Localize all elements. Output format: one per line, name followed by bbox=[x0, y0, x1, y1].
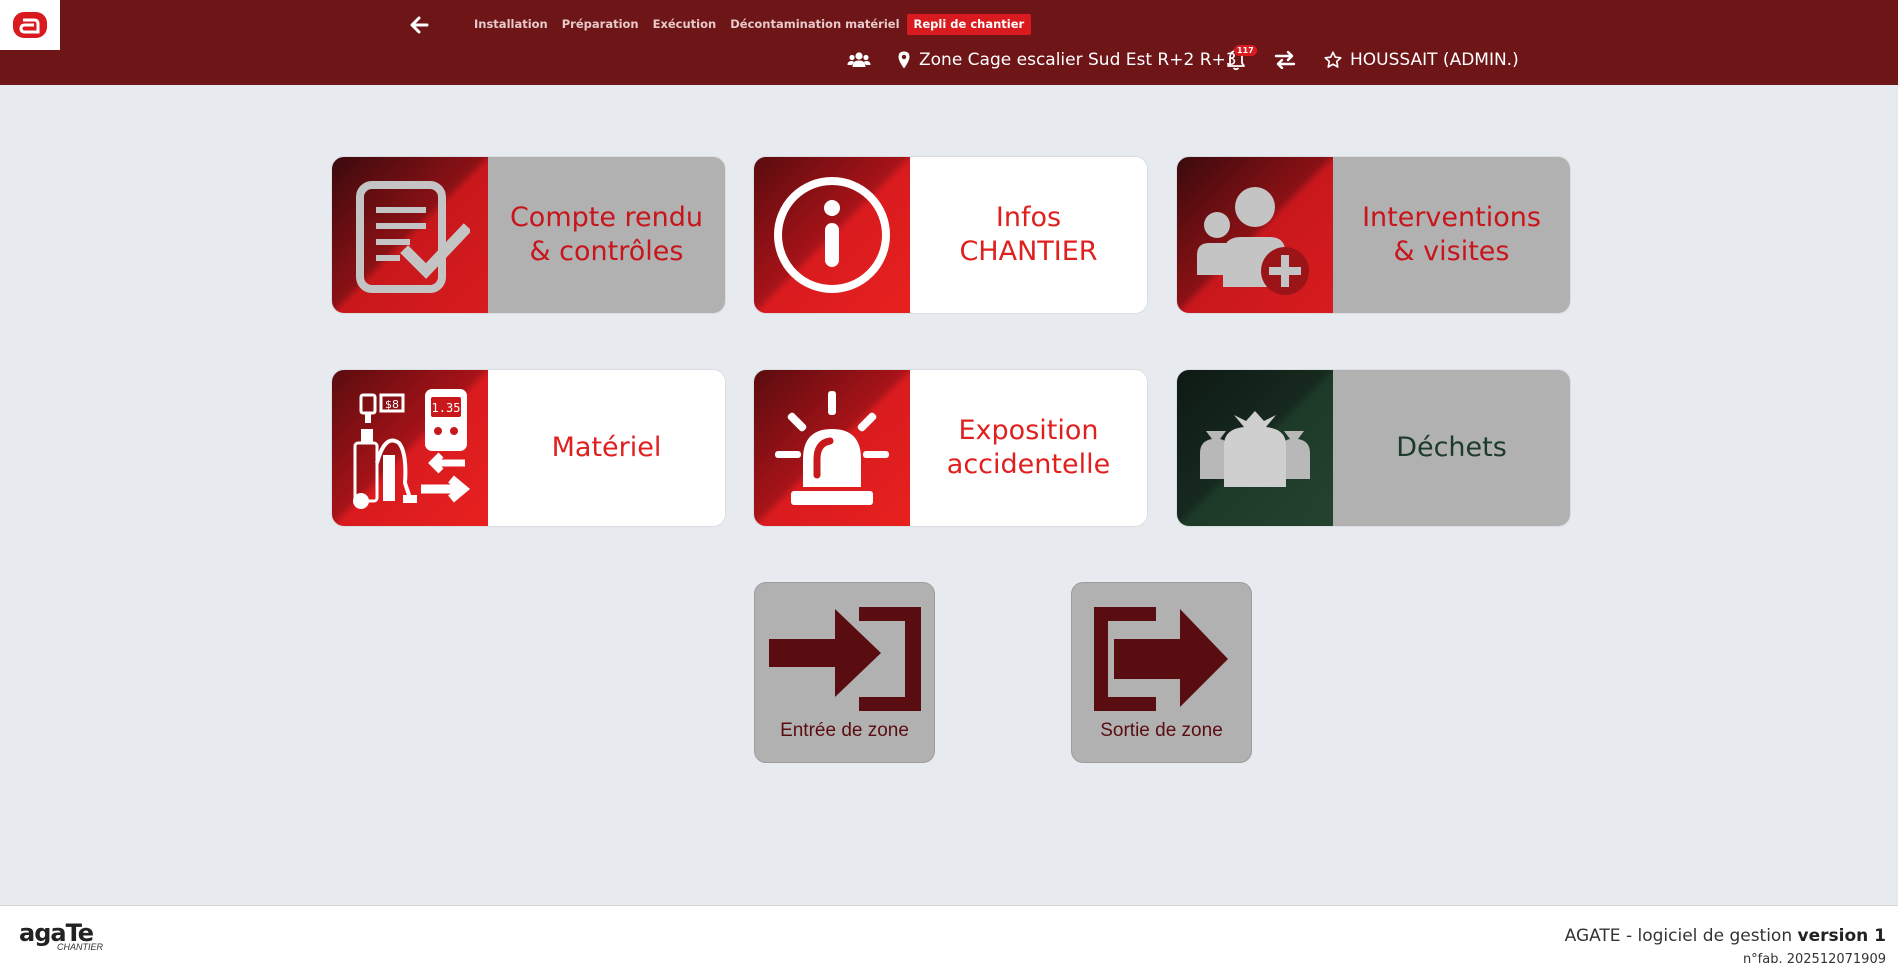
equipment-icon: $8 1.35 bbox=[353, 389, 471, 509]
top-header: Installation Préparation Exécution Décon… bbox=[0, 0, 1898, 85]
footer-app-name: AGATE - logiciel de gestion bbox=[1564, 926, 1798, 946]
footer-app-title: AGATE - logiciel de gestion version 1 bbox=[1565, 926, 1886, 946]
footer-logo-text: agaTe bbox=[19, 919, 94, 947]
waste-bags-icon bbox=[1200, 411, 1310, 487]
tab-repli-de-chantier[interactable]: Repli de chantier bbox=[906, 14, 1032, 35]
tile-compte-rendu[interactable]: Compte rendu & contrôles bbox=[332, 157, 725, 313]
enter-zone-button[interactable]: Entrée de zone bbox=[754, 582, 935, 763]
users-icon bbox=[847, 52, 871, 67]
tile-materiel[interactable]: $8 1.35 Matériel bbox=[332, 370, 725, 526]
svg-text:1.35: 1.35 bbox=[432, 401, 461, 415]
tile-label: Compte rendu & contrôles bbox=[488, 157, 725, 313]
tile-label: Interventions & visites bbox=[1333, 157, 1570, 313]
users-button[interactable] bbox=[847, 46, 871, 74]
tab-decontamination-materiel[interactable]: Décontamination matériel bbox=[723, 14, 906, 35]
tile-label: Matériel bbox=[488, 370, 725, 526]
footer-fab-number: n°fab. 202512071909 bbox=[1742, 952, 1886, 967]
tile-label: Infos CHANTIER bbox=[910, 157, 1147, 313]
tile-icon-box bbox=[1177, 370, 1333, 526]
footer-version: version 1 bbox=[1797, 926, 1886, 946]
notification-count-badge: 117 bbox=[1234, 45, 1257, 56]
tile-interventions-visites[interactable]: Interventions & visites bbox=[1177, 157, 1570, 313]
exchange-icon bbox=[1274, 51, 1296, 69]
user-name: HOUSSAIT (ADMIN.) bbox=[1350, 50, 1519, 70]
switch-button[interactable] bbox=[1274, 46, 1296, 74]
tab-execution[interactable]: Exécution bbox=[646, 14, 724, 35]
zone-button-label: Entrée de zone bbox=[780, 720, 909, 741]
agate-logo-icon bbox=[13, 12, 47, 38]
tile-label: Déchets bbox=[1333, 370, 1570, 526]
tab-preparation[interactable]: Préparation bbox=[555, 14, 646, 35]
zone-button-label: Sortie de zone bbox=[1100, 720, 1223, 741]
tile-label: Exposition accidentelle bbox=[910, 370, 1147, 526]
user-menu[interactable]: HOUSSAIT (ADMIN.) bbox=[1324, 46, 1519, 74]
svg-text:$8: $8 bbox=[385, 398, 399, 411]
info-icon bbox=[774, 177, 890, 293]
footer-logo: agaTe CHANTIER bbox=[19, 919, 103, 952]
tile-infos-chantier[interactable]: Infos CHANTIER bbox=[754, 157, 1147, 313]
phase-tabs: Installation Préparation Exécution Décon… bbox=[467, 14, 1032, 35]
user-add-icon bbox=[1197, 187, 1309, 295]
tile-icon-box bbox=[1177, 157, 1333, 313]
app-logo[interactable] bbox=[0, 0, 60, 50]
map-marker-icon bbox=[898, 51, 910, 69]
exit-zone-button[interactable]: Sortie de zone bbox=[1071, 582, 1252, 763]
zone-name: Zone Cage escalier Sud Est R+2 R+3 bbox=[919, 50, 1237, 70]
tile-icon-box bbox=[754, 370, 910, 526]
tile-exposition-accidentelle[interactable]: Exposition accidentelle bbox=[754, 370, 1147, 526]
zone-selector[interactable]: Zone Cage escalier Sud Est R+2 R+3 bbox=[898, 46, 1237, 74]
tile-icon-box bbox=[754, 157, 910, 313]
tab-installation[interactable]: Installation bbox=[467, 14, 555, 35]
report-check-icon bbox=[356, 181, 470, 293]
back-button[interactable] bbox=[408, 14, 430, 36]
tile-icon-box bbox=[332, 157, 488, 313]
alarm-light-icon bbox=[775, 391, 889, 505]
footer: agaTe CHANTIER AGATE - logiciel de gesti… bbox=[0, 905, 1898, 968]
tile-icon-box: $8 1.35 bbox=[332, 370, 488, 526]
arrow-left-icon bbox=[410, 16, 429, 34]
star-icon bbox=[1324, 51, 1342, 68]
tile-dechets[interactable]: Déchets bbox=[1177, 370, 1570, 526]
